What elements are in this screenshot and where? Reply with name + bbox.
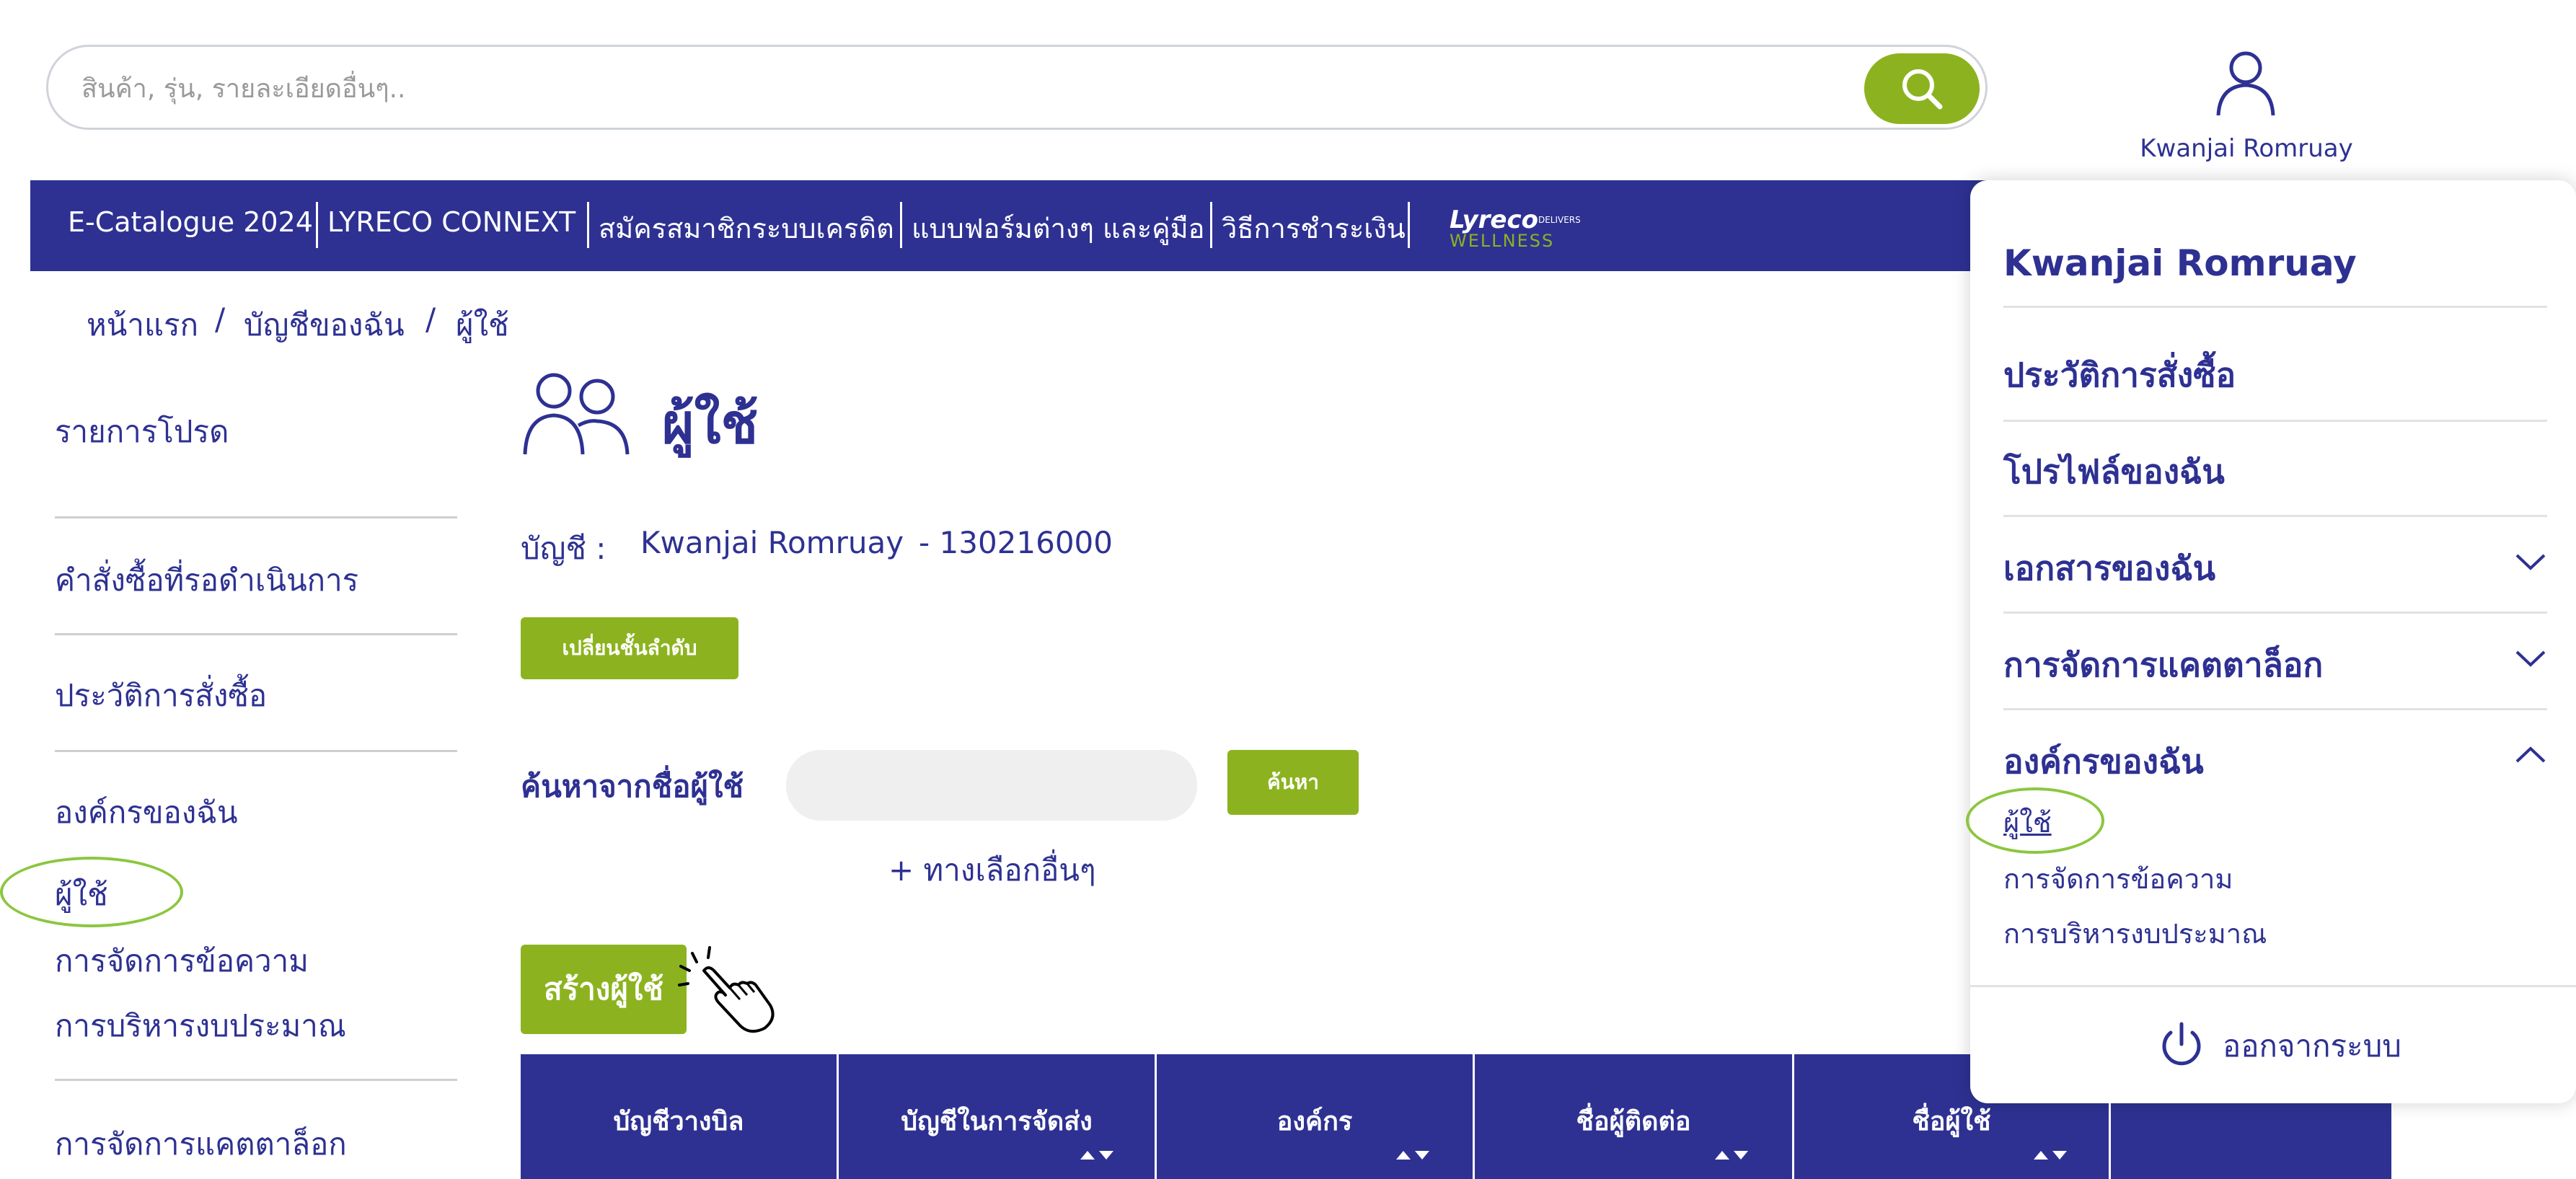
sidebar-item-my-org[interactable]: องค์กรของฉัน (55, 789, 238, 836)
sidebar-divider (55, 1079, 457, 1081)
breadcrumb-current: ผู้ใช้ (456, 307, 509, 343)
search-user-button[interactable]: ค้นหา (1227, 750, 1359, 815)
dropdown-subitem-users[interactable]: ผู้ใช้ (2003, 800, 2052, 844)
change-level-button[interactable]: เปลี่ยนชั้นลำดับ (521, 617, 738, 679)
column-header-label: ชื่อผู้ติดต่อ (1576, 1107, 1691, 1136)
dropdown-user-name: Kwanjai Romruay (2003, 242, 2357, 284)
sort-arrows-icon[interactable] (1713, 1147, 1750, 1161)
chevron-down-icon[interactable] (2514, 551, 2547, 573)
search-user-label: ค้นหาจากชื่อผู้ใช้ (521, 769, 744, 804)
nav-credit-signup[interactable]: สมัครสมาชิกระบบเครดิต (599, 206, 894, 250)
chevron-up-icon[interactable] (2514, 744, 2547, 766)
dropdown-item-my-org[interactable]: องค์กรของฉัน (2003, 736, 2204, 788)
breadcrumb-separator: / (425, 301, 436, 337)
dropdown-divider (2003, 708, 2547, 710)
search-input[interactable] (80, 64, 1814, 113)
dropdown-item-my-documents[interactable]: เอกสารของฉัน (2003, 542, 2215, 595)
nav-divider (1210, 202, 1212, 248)
sidebar-divider (55, 633, 457, 635)
sort-arrows-icon[interactable] (1395, 1147, 1431, 1161)
breadcrumb-account[interactable]: บัญชีของฉัน (244, 301, 405, 349)
logout-link[interactable]: ออกจากระบบ (2223, 1023, 2401, 1070)
column-header-billing-account[interactable]: บัญชีวางบิล (521, 1054, 837, 1179)
sidebar-divider (55, 516, 457, 518)
logo-small-text: DELIVERS (1538, 215, 1581, 225)
column-header-label: องค์กร (1276, 1107, 1353, 1136)
nav-ecatalogue[interactable]: E-Catalogue 2024 (68, 206, 313, 238)
user-search-input[interactable] (786, 750, 1197, 821)
nav-divider (1408, 202, 1410, 248)
more-options-link[interactable]: + ทางเลือกอื่นๆ (888, 847, 1096, 894)
account-name: Kwanjai Romruay (640, 525, 904, 560)
sidebar-item-favorites[interactable]: รายการโปรด (55, 408, 229, 456)
dropdown-divider (2003, 306, 2547, 308)
column-header-label: ชื่อผู้ใช้ (1912, 1107, 1991, 1136)
breadcrumb-separator: / (215, 301, 226, 337)
sidebar-item-message-mgmt[interactable]: การจัดการข้อความ (55, 937, 309, 985)
dropdown-item-order-history[interactable]: ประวัติการสั่งซื้อ (2003, 349, 2236, 402)
sidebar-item-catalog-mgmt[interactable]: การจัดการแคตตาล็อก (55, 1121, 347, 1168)
dropdown-divider (2003, 420, 2547, 422)
lyreco-wellness-logo[interactable]: LyrecoDELIVERS WELLNESS (1450, 206, 1594, 251)
search-bar (46, 45, 1988, 130)
nav-forms-manuals[interactable]: แบบฟอร์มต่างๆ และคู่มือ (912, 206, 1204, 250)
nav-payment-methods[interactable]: วิธีการชำระเงิน (1222, 206, 1406, 250)
search-button[interactable] (1864, 53, 1980, 124)
dropdown-divider (1970, 985, 2576, 987)
column-header-label: บัญชีในการจัดส่ง (901, 1107, 1093, 1136)
create-user-button[interactable]: สร้างผู้ใช้ (521, 945, 687, 1034)
user-name: Kwanjai Romruay (2140, 134, 2353, 163)
dropdown-subitem-budget-mgmt[interactable]: การบริหารงบประมาณ (2003, 911, 2267, 955)
account-label: บัญชี : (521, 531, 606, 566)
logo-subtext: WELLNESS (1450, 231, 1555, 251)
account-number: - 130216000 (919, 525, 1113, 560)
sort-arrows-icon[interactable] (1079, 1147, 1115, 1161)
column-header-label: บัญชีวางบิล (613, 1107, 744, 1136)
user-menu-toggle[interactable]: Kwanjai Romruay (2135, 42, 2358, 172)
sidebar-item-budget-mgmt[interactable]: การบริหารงบประมาณ (55, 1002, 346, 1050)
user-icon (2216, 51, 2275, 116)
chevron-down-icon[interactable] (2514, 648, 2547, 669)
nav-divider (900, 202, 902, 248)
breadcrumb-home[interactable]: หน้าแรก (87, 301, 198, 349)
sidebar-divider (55, 750, 457, 752)
dropdown-divider (2003, 515, 2547, 517)
pointer-hand-icon (678, 946, 775, 1033)
dropdown-item-catalog-mgmt[interactable]: การจัดการแคตตาล็อก (2003, 639, 2323, 692)
nav-divider (316, 202, 318, 248)
users-icon (523, 373, 630, 455)
power-icon[interactable] (2156, 1020, 2207, 1070)
page-title: ผู้ใช้ (662, 392, 759, 456)
main-nav: E-Catalogue 2024 LYRECO CONNEXT สมัครสมา… (30, 180, 2006, 271)
dropdown-divider (2003, 611, 2547, 614)
sidebar-item-users[interactable]: ผู้ใช้ (55, 871, 108, 919)
dropdown-subitem-message-mgmt[interactable]: การจัดการข้อความ (2003, 857, 2233, 901)
sidebar-item-pending-orders[interactable]: คำสั่งซื้อที่รอดำเนินการ (55, 557, 358, 604)
sidebar-item-order-history[interactable]: ประวัติการสั่งซื้อ (55, 672, 267, 720)
sort-arrows-icon[interactable] (2032, 1147, 2068, 1161)
search-icon (1902, 69, 1943, 110)
dropdown-item-my-profile[interactable]: โปรไฟล์ของฉัน (2003, 446, 2225, 498)
logo-text: Lyreco (1450, 206, 1538, 234)
nav-lyreco-connext[interactable]: LYRECO CONNEXT (327, 206, 575, 238)
nav-divider (587, 202, 589, 248)
